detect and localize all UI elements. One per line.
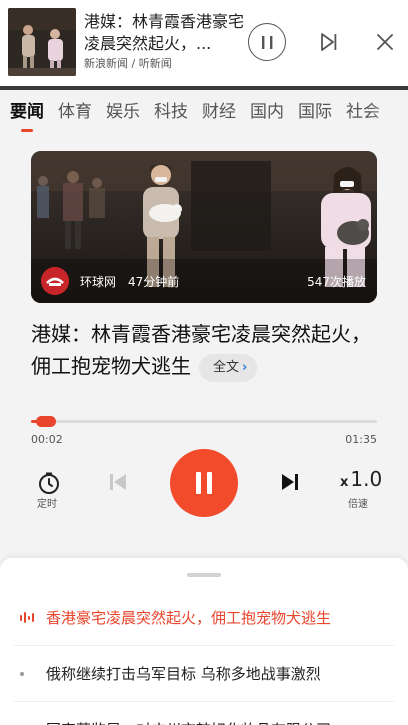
drag-handle[interactable] (187, 573, 221, 577)
sleep-timer-label: 定时 (37, 499, 57, 510)
mini-close-button[interactable] (374, 31, 396, 53)
sleep-timer-button[interactable] (37, 471, 61, 495)
mini-player-thumbnail[interactable] (8, 8, 76, 76)
full-text-label: 全文 (213, 359, 240, 375)
tabs-fade (368, 90, 408, 136)
progress-knob[interactable] (36, 416, 57, 427)
skip-next-icon (282, 474, 298, 490)
now-playing-icon (14, 612, 46, 623)
play-pause-button[interactable] (170, 449, 238, 517)
playlist-item-title: 国家药监局：对广州市韩妃化妆品有限公司... (46, 719, 345, 725)
playlist-item[interactable]: 香港豪宅凌晨突然起火，佣工抱宠物犬逃生 (14, 590, 394, 646)
playlist-item[interactable]: 俄称继续打击乌军目标 乌称多地战事激烈 (14, 646, 394, 702)
tab-1[interactable]: 体育 (58, 90, 92, 136)
mini-player-source: 新浪新闻 / 听新闻 (84, 57, 172, 70)
mini-next-button[interactable] (318, 31, 340, 53)
tab-0[interactable]: 要闻 (10, 90, 44, 136)
playlist-item[interactable]: 国家药监局：对广州市韩妃化妆品有限公司... (14, 702, 394, 725)
speed-value: 1.0 (350, 467, 383, 491)
playback-speed-button[interactable]: x 1.0 (340, 467, 382, 491)
pause-icon (262, 36, 273, 49)
timer-icon (39, 472, 59, 494)
tab-3[interactable]: 科技 (154, 90, 188, 136)
tab-2[interactable]: 娱乐 (106, 90, 140, 136)
mini-pause-button[interactable] (248, 23, 286, 61)
next-button[interactable] (279, 471, 301, 493)
article-headline: 港媒：林青霞香港豪宅凌晨突然起火，佣工抱宠物犬逃生 全文 › (31, 318, 376, 382)
total-time: 01:35 (345, 433, 377, 446)
video-player[interactable]: 环球网 47分钟前 547次播放 (31, 151, 377, 303)
skip-next-icon (321, 33, 337, 51)
mini-player-title[interactable]: 港媒：林青霞香港豪宅凌晨突然起火，... (84, 11, 244, 55)
video-source-name[interactable]: 环球网 (80, 273, 116, 290)
skip-previous-icon (110, 474, 126, 490)
speed-prefix: x (340, 475, 349, 490)
playlist-item-title: 香港豪宅凌晨突然起火，佣工抱宠物犬逃生 (46, 609, 332, 627)
source-logo (41, 267, 69, 295)
playlist-item-title: 俄称继续打击乌军目标 乌称多地战事激烈 (46, 665, 321, 683)
mini-player[interactable]: 港媒：林青霞香港豪宅凌晨突然起火，... 新浪新闻 / 听新闻 (0, 0, 408, 86)
full-text-button[interactable]: 全文 › (199, 353, 258, 382)
current-time: 00:02 (31, 433, 63, 446)
progress-slider[interactable] (31, 416, 377, 427)
channel-tabs: 要闻 体育 娱乐 科技 财经 国内 国际 社会 (0, 90, 408, 136)
playlist-sheet: 香港豪宅凌晨突然起火，佣工抱宠物犬逃生俄称继续打击乌军目标 乌称多地战事激烈国家… (0, 558, 408, 725)
tab-6[interactable]: 国际 (298, 90, 332, 136)
close-icon (377, 34, 393, 50)
previous-button[interactable] (107, 471, 129, 493)
tab-4[interactable]: 财经 (202, 90, 236, 136)
tab-5[interactable]: 国内 (250, 90, 284, 136)
bullet-icon (14, 671, 46, 676)
video-play-count: 547次播放 (307, 275, 366, 289)
playback-speed-label: 倍速 (348, 499, 368, 510)
chevron-right-icon: › (242, 359, 248, 375)
video-published-time: 47分钟前 (128, 275, 180, 289)
